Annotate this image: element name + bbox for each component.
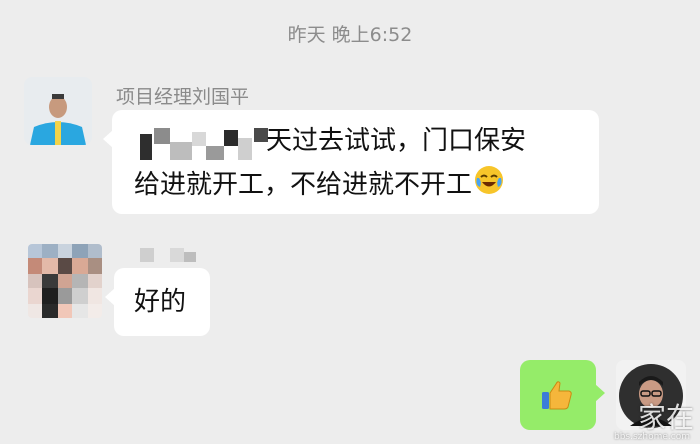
message-bubble-outgoing[interactable]	[520, 360, 605, 430]
message-text-line2: 给进就开工，不给进就不开工	[134, 170, 473, 200]
blurred-sender-name	[140, 247, 200, 266]
sender-name: 项目经理刘国平	[116, 86, 250, 108]
thumbs-up-icon	[540, 378, 574, 423]
message-bubble[interactable]: 明天过去试试，门口保安 给进就开工，不给进就不开工	[103, 110, 599, 214]
watermark-logo: 家在	[637, 401, 694, 434]
chat-timestamp: 昨天 晚上6:52	[287, 24, 413, 46]
avatar-project-manager[interactable]	[24, 77, 92, 145]
face-with-tears-of-joy-icon	[474, 165, 504, 206]
message-text-line1: 明天过去试试，门口保安	[266, 126, 527, 156]
message-bubble[interactable]: 好的	[105, 268, 210, 336]
avatar-blurred-contact[interactable]	[28, 244, 102, 318]
message-text: 好的	[134, 287, 187, 317]
watermark-url: bbs.szhome.com	[614, 432, 690, 442]
